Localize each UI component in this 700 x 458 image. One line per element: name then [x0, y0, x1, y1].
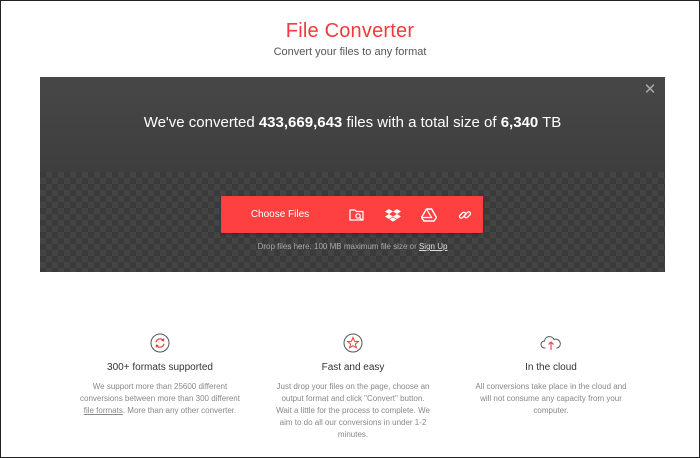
feature-title: Fast and easy: [321, 362, 385, 373]
upload-button-bar: Choose Files: [221, 196, 483, 233]
upload-hero: ✕ We've converted 433,669,643 files with…: [40, 77, 665, 272]
dropbox-icon[interactable]: [375, 196, 411, 233]
feature-title: 300+ formats supported: [107, 362, 213, 373]
conversion-stats: We've converted 433,669,643 files with a…: [40, 114, 665, 131]
total-size: 6,340: [500, 114, 539, 131]
files-count: 433,669,643: [258, 114, 343, 131]
feature-title: In the cloud: [525, 362, 577, 373]
folder-search-icon[interactable]: [339, 196, 375, 233]
close-icon[interactable]: ✕: [643, 82, 657, 97]
feature-desc-before: We support more than 25600 different con…: [80, 382, 240, 403]
feature-cloud: In the cloud All conversions take place …: [471, 333, 631, 417]
feature-desc-after: . More than any other converter.: [122, 406, 237, 415]
feature-description: We support more than 25600 different con…: [80, 381, 240, 417]
drop-hint-text: Drop files here. 100 MB maximum file siz…: [257, 242, 417, 251]
features-section: 300+ formats supported We support more t…: [80, 333, 640, 453]
page-subtitle: Convert your files to any format: [273, 46, 427, 58]
file-formats-link[interactable]: file formats: [84, 406, 123, 415]
link-icon[interactable]: [447, 196, 483, 233]
google-drive-icon[interactable]: [411, 196, 447, 233]
choose-files-button[interactable]: Choose Files: [221, 196, 339, 233]
star-circle-icon: [343, 333, 363, 353]
stats-middle: files with a total size of: [346, 114, 497, 131]
stats-prefix: We've converted: [143, 114, 255, 131]
sign-up-link[interactable]: Sign Up: [419, 242, 447, 251]
refresh-circle-icon: [150, 333, 170, 353]
feature-formats: 300+ formats supported We support more t…: [80, 333, 240, 417]
cloud-upload-icon: [540, 336, 561, 350]
stats-unit: TB: [542, 114, 562, 131]
feature-description: Just drop your files on the page, choose…: [276, 382, 430, 439]
page-title: File Converter: [285, 20, 415, 42]
drop-hint: Drop files here. 100 MB maximum file siz…: [40, 242, 665, 251]
feature-fast: Fast and easy Just drop your files on th…: [273, 333, 433, 441]
feature-description: All conversions take place in the cloud …: [475, 382, 627, 415]
